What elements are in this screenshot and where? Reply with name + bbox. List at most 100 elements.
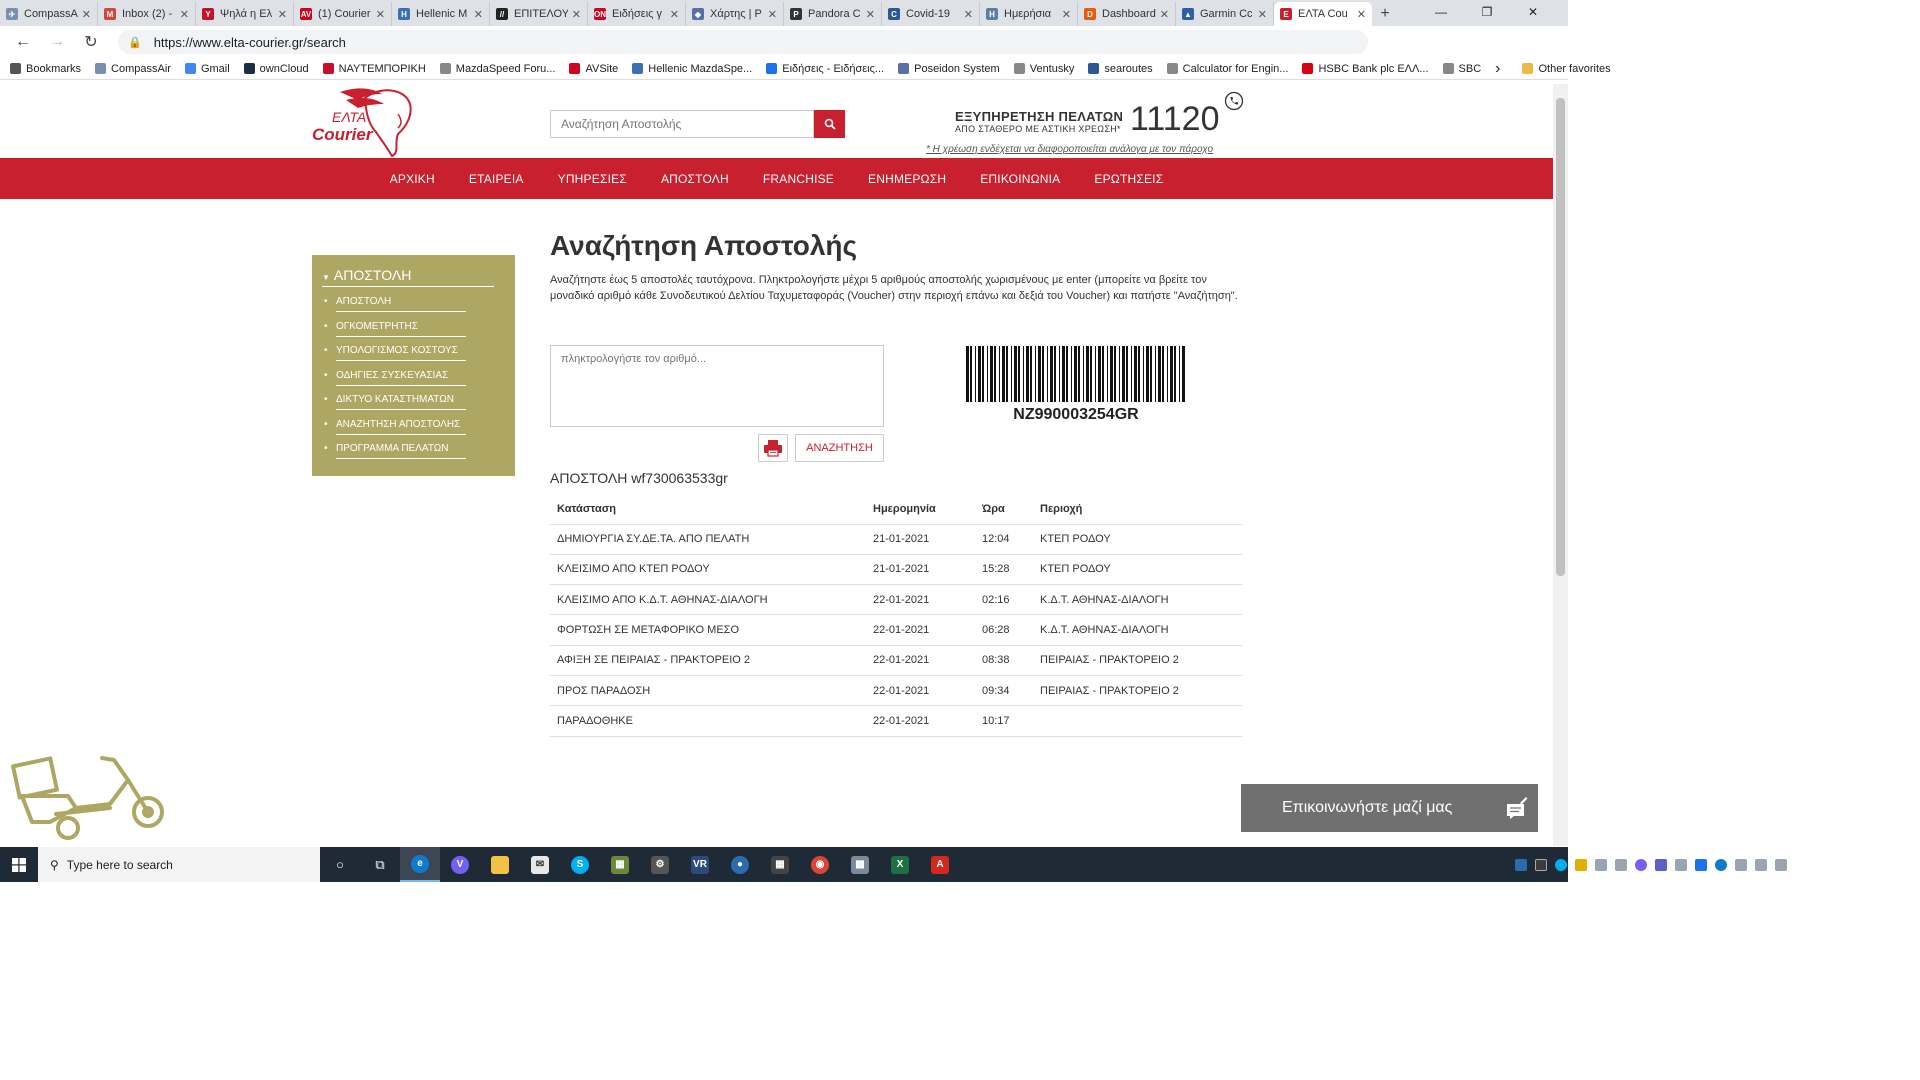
sidebar-item[interactable]: • ΥΠΟΛΟΓΙΣΜΟΣ ΚΟΣΤΟΥΣ (324, 345, 466, 361)
url-field[interactable]: 🔒 https://www.elta-courier.gr/search (118, 30, 1368, 54)
browser-tab[interactable]: ▲ Garmin Cc ✕ (1176, 2, 1274, 26)
minimize-button[interactable]: — (1418, 0, 1464, 26)
tab-close-icon[interactable]: ✕ (964, 8, 973, 21)
tab-close-icon[interactable]: ✕ (1357, 8, 1366, 21)
back-icon[interactable]: ← (6, 33, 40, 51)
bookmark-item[interactable]: Ειδήσεις - Ειδήσεις... (766, 63, 884, 75)
contact-us-widget[interactable]: Επικοινωνήστε μαζί μας (1241, 784, 1538, 832)
start-button[interactable] (0, 847, 38, 882)
excel-icon[interactable]: X (880, 847, 920, 882)
tab-close-icon[interactable]: ✕ (278, 8, 287, 21)
tab-close-icon[interactable]: ✕ (376, 8, 385, 21)
mail-icon[interactable]: ✉ (520, 847, 560, 882)
bookmark-item[interactable]: Hellenic MazdaSpe... (632, 63, 752, 75)
tab-close-icon[interactable]: ✕ (474, 8, 483, 21)
input-language[interactable]: ΕΛ (1799, 859, 1812, 870)
new-tab-button[interactable]: + (1372, 2, 1398, 26)
nav-item[interactable]: ΑΠΟΣΤΟΛΗ (661, 172, 729, 186)
browser-tab[interactable]: D Dashboard ✕ (1078, 2, 1176, 26)
browser-tab[interactable]: ON Ειδήσεις γ ✕ (588, 2, 686, 26)
chrome-icon[interactable]: ◉ (800, 847, 840, 882)
nav-item[interactable]: ΕΠΙΚΟΙΝΩΝΙΑ (980, 172, 1060, 186)
tray-app-icon[interactable] (1514, 858, 1527, 871)
bookmark-item[interactable]: Gmail (184, 63, 230, 75)
tab-close-icon[interactable]: ✕ (1062, 8, 1071, 21)
search-submit-button[interactable]: ΑΝΑΖΗΤΗΣΗ (795, 434, 884, 462)
browser-tab[interactable]: M Inbox (2) - ✕ (98, 2, 196, 26)
refresh-icon[interactable]: ↻ (74, 32, 108, 52)
browser-tab[interactable]: Η Ημερήσια ✕ (980, 2, 1078, 26)
tracking-number-input[interactable] (550, 345, 884, 427)
header-search-input[interactable] (550, 110, 814, 138)
bookmark-item[interactable]: searoutes (1088, 63, 1153, 75)
bookmark-item[interactable]: Bookmarks (10, 63, 81, 75)
bookmark-item[interactable]: ΝΑΥΤΕΜΠΟΡΙΚΗ (322, 63, 426, 75)
tab-close-icon[interactable]: ✕ (768, 8, 777, 21)
globe-app-icon[interactable]: ● (720, 847, 760, 882)
bookmark-item[interactable]: Ventusky (1013, 63, 1074, 75)
edge-taskbar-icon[interactable]: e (400, 847, 440, 882)
sidebar-item[interactable]: • ΟΔΗΓΙΕΣ ΣΥΣΚΕΥΑΣΙΑΣ (324, 370, 466, 386)
cortana-icon[interactable]: ○ (320, 847, 360, 882)
tab-close-icon[interactable]: ✕ (1258, 8, 1267, 21)
taskbar-search[interactable]: ⚲ Type here to search (38, 847, 320, 882)
elta-courier-logo[interactable]: ΕΛΤΑ Courier (310, 86, 415, 158)
notifications-icon[interactable]: ✉ (1890, 856, 1920, 873)
nav-item[interactable]: ΕΤΑΙΡΕΙΑ (469, 172, 524, 186)
forward-icon[interactable]: → (40, 33, 74, 51)
browser-tab[interactable]: E ΕΛΤΑ Cou ✕ (1274, 2, 1372, 26)
task-view-icon[interactable]: ⧉ (360, 847, 400, 882)
browser-tab[interactable]: Y Ψηλά η Ελ ✕ (196, 2, 294, 26)
bookmark-item[interactable]: AVSite (569, 63, 618, 75)
tray-viber-icon[interactable] (1634, 858, 1647, 871)
scrollbar-thumb[interactable] (1556, 98, 1565, 576)
taskbar-clock[interactable]: 10:22 22/01/2021 (1830, 851, 1880, 879)
tray-display-icon[interactable] (1674, 858, 1687, 871)
network-icon[interactable] (1754, 858, 1767, 871)
sidebar-item[interactable]: • ΑΠΟΣΤΟΛΗ (324, 296, 466, 312)
bookmarks-overflow-chevron-icon[interactable]: › (1495, 60, 1500, 78)
sidebar-title[interactable]: ▼ ΑΠΟΣΤΟΛΗ (322, 267, 494, 287)
bookmark-item[interactable]: ownCloud (243, 63, 309, 75)
battery-icon[interactable] (1734, 858, 1747, 871)
viber-taskbar-icon[interactable]: V (440, 847, 480, 882)
sidebar-item[interactable]: • ΑΝΑΖΗΤΗΣΗ ΑΠΟΣΤΟΛΗΣ (324, 419, 466, 435)
sidebar-item[interactable]: • ΠΡΟΓΡΑΜΜΑ ΠΕΛΑΤΩΝ (324, 443, 466, 459)
tab-close-icon[interactable]: ✕ (572, 8, 581, 21)
bookmark-item[interactable]: HSBC Bank plc ΕΛΛ... (1302, 63, 1429, 75)
bluetooth-icon[interactable] (1694, 858, 1707, 871)
tray-weather-icon[interactable] (1574, 858, 1587, 871)
browser-tab[interactable]: ◆ Χάρτης | P ✕ (686, 2, 784, 26)
customer-service-number[interactable]: 11120 (1130, 100, 1220, 139)
skype-icon[interactable]: S (560, 847, 600, 882)
browser-tab[interactable]: ✈ CompassAir ✕ (0, 2, 98, 26)
browser-tab[interactable]: AV (1) Courier ✕ (294, 2, 392, 26)
nav-item[interactable]: ΥΠΗΡΕΣΙΕΣ (558, 172, 627, 186)
tray-skype-icon[interactable] (1554, 858, 1567, 871)
sidebar-item[interactable]: • ΟΓΚΟΜΕΤΡΗΤΗΣ (324, 321, 466, 337)
nav-item[interactable]: ΑΡΧΙΚΗ (390, 172, 435, 186)
browser-tab[interactable]: H Hellenic M ✕ (392, 2, 490, 26)
file-explorer-icon[interactable] (480, 847, 520, 882)
sidebar-item[interactable]: • ΔΙΚΤΥΟ ΚΑΤΑΣΤΗΜΑΤΩΝ (324, 394, 466, 410)
browser-tab[interactable]: C Covid-19 ✕ (882, 2, 980, 26)
acrobat-icon[interactable]: A (920, 847, 960, 882)
tray-shield-icon[interactable] (1534, 858, 1547, 871)
settings-icon[interactable]: ⚙ (640, 847, 680, 882)
volume-icon[interactable] (1774, 858, 1787, 871)
tray-folder-icon[interactable] (1594, 858, 1607, 871)
print-button[interactable] (758, 434, 788, 462)
tab-close-icon[interactable]: ✕ (82, 8, 91, 21)
bookmark-item[interactable]: Poseidon System (898, 63, 1000, 75)
tab-close-icon[interactable]: ✕ (866, 8, 875, 21)
tray-edge-icon[interactable] (1714, 858, 1727, 871)
nav-item[interactable]: FRANCHISE (763, 172, 834, 186)
close-window-button[interactable]: ✕ (1510, 0, 1556, 26)
other-favorites[interactable]: Other favorites (1522, 63, 1611, 75)
tab-close-icon[interactable]: ✕ (180, 8, 189, 21)
tab-close-icon[interactable]: ✕ (1160, 8, 1169, 21)
bookmark-item[interactable]: Calculator for Engin... (1166, 63, 1288, 75)
network-app-icon[interactable]: ▩ (840, 847, 880, 882)
charge-note[interactable]: * Η χρέωση ενδέχεται να διαφοροποιείται … (926, 144, 1213, 155)
tray-settings-icon[interactable] (1614, 858, 1627, 871)
